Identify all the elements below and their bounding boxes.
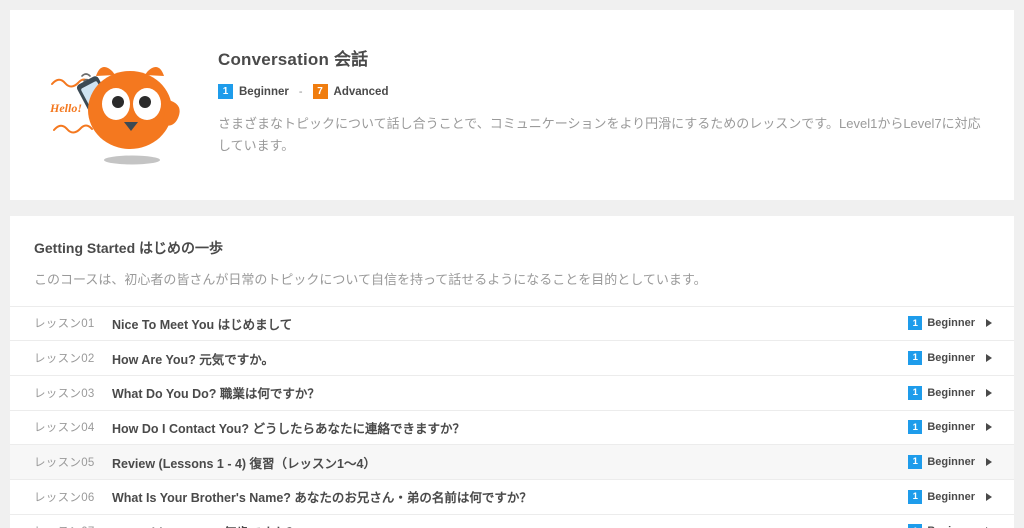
lesson-level-chip: 1 xyxy=(908,455,923,470)
lesson-level-badge: 1 Beginner xyxy=(908,385,992,400)
chevron-right-icon[interactable] xyxy=(986,388,992,397)
lesson-level-badge: 1 Beginner xyxy=(908,316,992,331)
lesson-number: レッスン01 xyxy=(34,318,95,331)
lesson-title: Nice To Meet You はじめまして xyxy=(112,317,293,332)
lesson-row[interactable]: レッスン03 What Do You Do? 職業は何ですか？ 1 Beginner xyxy=(10,375,1014,411)
lesson-level-badge: 1 Beginner xyxy=(908,351,992,366)
course-title: Conversation 会話 xyxy=(218,50,369,69)
lesson-title: How Are You? 元気ですか。 xyxy=(112,352,275,367)
lesson-level-chip: 1 xyxy=(908,489,923,504)
level-chip-from: 1 xyxy=(218,84,233,100)
lesson-level-chip: 1 xyxy=(908,385,923,400)
lesson-level-label: Beginner xyxy=(927,317,975,330)
level-chip-to: 7 xyxy=(312,84,328,100)
lesson-level-badge: 1 Beginner xyxy=(908,489,992,504)
lesson-level-label: Beginner xyxy=(927,421,975,434)
lesson-title: What Is Your Brother's Name? あなたのお兄さん・弟の… xyxy=(112,491,532,506)
lesson-number: レッスン02 xyxy=(34,353,95,366)
lesson-number: レッスン05 xyxy=(34,457,95,470)
lesson-level-chip: 1 xyxy=(908,524,923,528)
lesson-title: How Do I Contact You? どうしたらあなたに連絡できますか？ xyxy=(112,421,466,436)
lesson-row[interactable]: レッスン04 How Do I Contact You? どうしたらあなたに連絡で… xyxy=(10,410,1014,446)
course-info: Conversation 会話 1 Beginner - 7 Advanced … xyxy=(204,40,990,156)
lesson-title: Review (Lessons 1 - 4) 復習（レッスン1〜4） xyxy=(112,456,376,471)
section-title: Getting Started はじめの一歩 xyxy=(34,240,224,256)
lesson-row[interactable]: レッスン07How Old Are You? 何歳ですか？1Beginner xyxy=(10,514,1014,528)
level-range-separator: - xyxy=(298,85,303,98)
lesson-number: レッスン07 xyxy=(34,523,112,528)
lesson-title: How Old Are You? 何歳ですか？ xyxy=(112,522,908,528)
lesson-row[interactable]: レッスン02 How Are You? 元気ですか。 1 Beginner xyxy=(10,341,1014,376)
section-description: このコースは、初心者の皆さんが日常のトピックについて自信を持って話せるようになる… xyxy=(34,272,707,287)
chevron-right-icon[interactable] xyxy=(986,423,992,432)
chevron-right-icon[interactable] xyxy=(986,458,992,467)
lesson-row[interactable]: レッスン05 Review (Lessons 1 - 4) 復習（レッスン1〜4）… xyxy=(10,445,1014,480)
lesson-level-chip: 1 xyxy=(908,420,923,435)
course-level-range: 1 Beginner - 7 Advanced xyxy=(218,84,990,100)
lesson-level-badge: 1 Beginner xyxy=(908,455,992,470)
course-header-card: Hello! Conversation 会話 1 Beginner - 7 Ad… xyxy=(10,10,1014,200)
lesson-level-label: Beginner xyxy=(927,456,975,469)
lesson-list: レッスン01 Nice To Meet You はじめまして 1 Beginner レッ… xyxy=(10,305,1014,528)
mascot-illustration: Hello! xyxy=(44,48,204,188)
lesson-number: レッスン03 xyxy=(34,387,95,400)
course-description: さまざまなトピックについて話し合うことで、コミュニケーションをより円滑にするため… xyxy=(218,116,981,153)
level-label-from: Beginner xyxy=(239,85,289,98)
page-root: Hello! Conversation 会話 1 Beginner - 7 Ad… xyxy=(0,0,1024,528)
lesson-number: レッスン04 xyxy=(34,422,95,435)
lesson-number: レッスン06 xyxy=(34,491,95,504)
mascot-speech-text: Hello! xyxy=(49,101,82,115)
lessons-card: Getting Started はじめの一歩 このコースは、初心者の皆さんが日常… xyxy=(10,216,1014,528)
lesson-row[interactable]: レッスン06 What Is Your Brother's Name? あなたのお… xyxy=(10,479,1014,515)
lesson-level-badge: 1Beginner xyxy=(908,524,992,528)
chevron-right-icon[interactable] xyxy=(986,319,992,328)
lesson-level-label: Beginner xyxy=(927,386,975,399)
lesson-level-label: Beginner xyxy=(927,352,975,365)
lesson-level-label: Beginner xyxy=(927,490,975,503)
lesson-level-chip: 1 xyxy=(908,351,923,366)
lesson-row[interactable]: レッスン01 Nice To Meet You はじめまして 1 Beginner xyxy=(10,306,1014,342)
lesson-level-badge: 1 Beginner xyxy=(908,420,992,435)
lesson-level-chip: 1 xyxy=(908,316,923,331)
level-label-to: Advanced xyxy=(333,85,389,98)
chevron-right-icon[interactable] xyxy=(986,354,992,363)
section-header: Getting Started はじめの一歩 このコースは、初心者の皆さんが日常… xyxy=(10,238,1014,290)
chevron-right-icon[interactable] xyxy=(986,492,992,501)
lesson-title: What Do You Do? 職業は何ですか？ xyxy=(112,387,320,402)
mascot-owl-icon: Hello! xyxy=(49,67,180,165)
